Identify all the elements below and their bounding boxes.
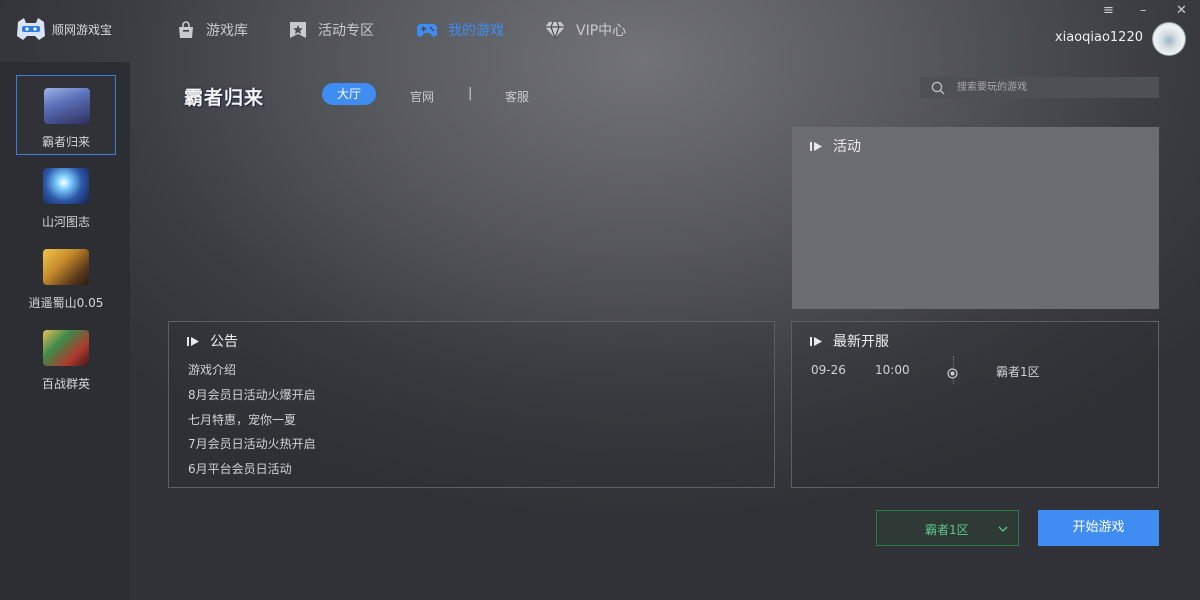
server-open-date: 09-26 — [811, 363, 846, 377]
game-thumbnail — [43, 168, 89, 204]
star-badge-icon — [288, 21, 308, 39]
gamepad-logo-icon — [14, 16, 48, 42]
username[interactable]: xiaoqiao1220 — [1055, 30, 1143, 45]
activity-panel: 活动 — [792, 127, 1159, 309]
server-open-time: 10:00 — [875, 363, 910, 377]
nav-label: 游戏库 — [206, 23, 248, 39]
tab-separator: | — [468, 86, 473, 101]
game-thumbnail — [43, 249, 89, 285]
game-sidebar: 霸者归来 山河图志 逍遥蜀山0.05 百战群英 — [0, 62, 130, 600]
app-name: 顺网游戏宝 — [52, 22, 113, 37]
sidebar-game-label: 霸者归来 — [41, 135, 90, 149]
menu-button[interactable]: ≡ — [1103, 4, 1114, 18]
sidebar-game-label: 逍遥蜀山0.05 — [28, 296, 104, 310]
search-icon — [931, 81, 945, 95]
sidebar-game-label: 山河图志 — [41, 215, 90, 229]
gamepad-icon — [416, 22, 438, 38]
nav-vip-center[interactable]: VIP中心 — [544, 20, 626, 40]
minimize-button[interactable]: – — [1140, 4, 1147, 18]
server-select-value: 霸者1区 — [925, 523, 969, 537]
activity-title: 活动 — [810, 136, 861, 156]
sidebar-game-shanhetuzhi[interactable]: 山河图志 — [16, 156, 116, 236]
nav-label: 我的游戏 — [448, 23, 504, 39]
notice-item[interactable]: 6月平台会员日活动 — [188, 460, 292, 477]
sidebar-game-xiaoyaoshushan[interactable]: 逍遥蜀山0.05 — [16, 237, 116, 317]
game-thumbnail — [44, 88, 90, 124]
avatar[interactable] — [1152, 22, 1186, 56]
game-thumbnail — [43, 330, 89, 366]
notice-panel: 公告 游戏介绍 8月会员日活动火爆开启 七月特惠，宠你一夏 7月会员日活动火热开… — [168, 321, 775, 488]
search-box — [920, 77, 1159, 98]
sidebar-game-label: 百战群英 — [41, 377, 90, 391]
servers-title: 最新开服 — [810, 331, 889, 351]
play-marker-icon — [810, 141, 823, 152]
notice-item[interactable]: 游戏介绍 — [188, 361, 236, 378]
notice-title: 公告 — [187, 331, 238, 351]
bag-icon — [176, 21, 196, 39]
play-marker-icon — [810, 336, 823, 347]
server-name: 霸者1区 — [996, 365, 1040, 379]
diamond-icon — [544, 21, 566, 39]
top-bar: 顺网游戏宝 游戏库 活动专区 我的游戏 VIP中心 ≡ – ✕ xiaoqiao… — [0, 0, 1200, 62]
panel-title-text: 最新开服 — [833, 334, 889, 350]
tab-lobby[interactable]: 大厅 — [322, 83, 376, 105]
chevron-down-icon — [998, 522, 1008, 536]
timeline-dot-icon — [947, 364, 958, 379]
close-button[interactable]: ✕ — [1176, 4, 1187, 18]
sidebar-game-bazheguilai[interactable]: 霸者归来 — [16, 75, 116, 155]
server-select[interactable]: 霸者1区 — [876, 510, 1019, 546]
notice-item[interactable]: 7月会员日活动火热开启 — [188, 435, 316, 452]
sidebar-game-baizhanqunying[interactable]: 百战群英 — [16, 318, 116, 398]
nav-label: 活动专区 — [318, 23, 374, 39]
latest-servers-panel: 最新开服 09-26 10:00 霸者1区 — [791, 321, 1159, 488]
nav-game-library[interactable]: 游戏库 — [176, 20, 248, 40]
notice-item[interactable]: 七月特惠，宠你一夏 — [188, 411, 296, 428]
search-input[interactable] — [955, 81, 1149, 94]
panel-title-text: 活动 — [833, 139, 861, 155]
notice-item[interactable]: 8月会员日活动火爆开启 — [188, 386, 316, 403]
game-logo: 霸者归来 — [184, 87, 265, 109]
tab-customer-service[interactable]: 客服 — [505, 88, 529, 105]
nav-my-games[interactable]: 我的游戏 — [416, 20, 504, 40]
tab-official-site[interactable]: 官网 — [410, 88, 434, 105]
nav-activity-zone[interactable]: 活动专区 — [288, 20, 374, 40]
play-marker-icon — [187, 336, 200, 347]
app-logo: 顺网游戏宝 — [14, 16, 112, 42]
start-game-button[interactable]: 开始游戏 — [1038, 510, 1159, 546]
nav-label: VIP中心 — [576, 23, 627, 39]
panel-title-text: 公告 — [210, 334, 238, 350]
